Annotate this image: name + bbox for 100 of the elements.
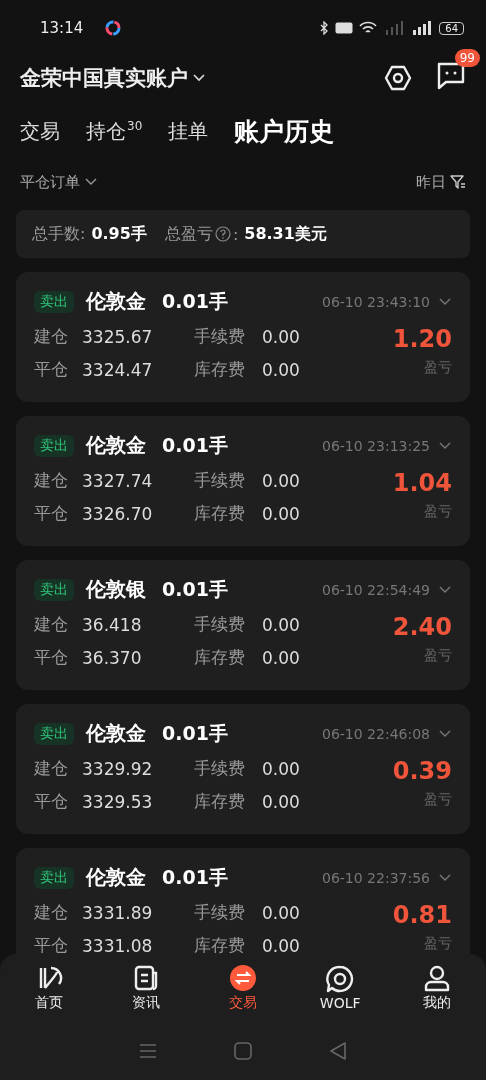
signal-icon bbox=[383, 21, 404, 35]
help-icon[interactable] bbox=[214, 226, 231, 242]
order-type-dropdown[interactable]: 平仓订单 bbox=[20, 172, 98, 192]
tab[interactable]: 交易 bbox=[20, 117, 60, 145]
symbol-name: 伦敦金 bbox=[86, 864, 146, 891]
lot-size: 0.01手 bbox=[162, 720, 228, 746]
summary-label: 总手数: bbox=[32, 223, 86, 245]
field-value: 3329.53 bbox=[82, 791, 154, 812]
order-card[interactable]: 卖出 伦敦金 0.01手 06-10 23:13:25 建仓 3327.74 手续费 0.00 平仓 3326.70 库存费 0.00 1.04 盈亏 bbox=[16, 416, 470, 546]
date-filter[interactable]: 昨日 bbox=[416, 172, 446, 192]
field-label: 手续费 bbox=[194, 757, 246, 780]
settings-icon[interactable] bbox=[384, 64, 412, 92]
field-label: 建仓 bbox=[34, 613, 69, 636]
filter-icon[interactable] bbox=[450, 174, 466, 190]
field-value: 0.00 bbox=[262, 935, 300, 954]
field-value: 0.00 bbox=[262, 791, 300, 812]
lot-size: 0.01手 bbox=[162, 864, 228, 890]
field-label: 平仓 bbox=[34, 934, 69, 954]
field-label: 库存费 bbox=[194, 646, 246, 669]
user-icon bbox=[423, 964, 452, 992]
field-value: 36.370 bbox=[82, 647, 143, 668]
profit-value: 1.20 bbox=[392, 325, 452, 353]
nav-item[interactable]: 我的 bbox=[407, 964, 468, 1012]
summary-label: 总盈亏 bbox=[164, 223, 213, 245]
field-value: 3327.74 bbox=[82, 470, 154, 491]
summary-value: 58.31美元 bbox=[244, 223, 327, 245]
field-value: 3325.67 bbox=[82, 326, 154, 347]
lot-size: 0.01手 bbox=[162, 288, 228, 314]
field-value: 3324.47 bbox=[82, 359, 154, 380]
field-label: 手续费 bbox=[194, 325, 246, 348]
order-time: 06-10 22:37:56 bbox=[322, 869, 430, 886]
field-label: 建仓 bbox=[34, 325, 69, 348]
field-label: 库存费 bbox=[194, 934, 246, 954]
summary-label: : bbox=[232, 224, 239, 244]
field-label: 平仓 bbox=[34, 646, 69, 669]
profit-value: 0.39 bbox=[392, 757, 452, 785]
field-value: 0.00 bbox=[262, 503, 300, 524]
notification-badge: 99 bbox=[454, 49, 480, 67]
sell-tag: 卖出 bbox=[34, 434, 74, 457]
field-label: 平仓 bbox=[34, 502, 69, 525]
nav-item[interactable]: 首页 bbox=[18, 964, 79, 1012]
field-label: 手续费 bbox=[194, 613, 246, 636]
symbol-name: 伦敦金 bbox=[86, 720, 146, 747]
profit-label: 盈亏 bbox=[424, 791, 452, 809]
order-time: 06-10 23:13:25 bbox=[322, 437, 430, 454]
chevron-down-icon[interactable] bbox=[438, 584, 452, 595]
order-card[interactable]: 卖出 伦敦金 0.01手 06-10 22:46:08 建仓 3329.92 手续费 0.00 平仓 3329.53 库存费 0.00 0.39 盈亏 bbox=[16, 704, 470, 834]
chat-bubble-icon bbox=[326, 965, 355, 993]
nav-item[interactable]: WOLF bbox=[310, 965, 371, 1011]
field-value: 0.00 bbox=[262, 902, 300, 923]
field-value: 0.00 bbox=[262, 647, 300, 668]
field-label: 平仓 bbox=[34, 790, 69, 813]
field-label: 手续费 bbox=[194, 901, 246, 924]
profit-value: 0.81 bbox=[392, 901, 452, 929]
chevron-down-icon[interactable] bbox=[438, 728, 452, 739]
tab[interactable]: 持仓$^{30}$ bbox=[86, 117, 143, 145]
field-value: 0.00 bbox=[262, 359, 300, 380]
field-label: 建仓 bbox=[34, 901, 69, 924]
field-value: 3331.89 bbox=[82, 902, 154, 923]
message-icon[interactable] bbox=[436, 61, 466, 91]
order-time: 06-10 23:43:10 bbox=[322, 293, 430, 310]
chevron-down-icon[interactable] bbox=[438, 872, 452, 883]
exchange-icon bbox=[228, 964, 257, 992]
field-value: 3326.70 bbox=[82, 503, 154, 524]
battery-indicator: 64 bbox=[439, 21, 464, 35]
field-label: 库存费 bbox=[194, 358, 246, 381]
profit-label: 盈亏 bbox=[424, 647, 452, 665]
nav-item[interactable]: 资讯 bbox=[115, 964, 176, 1012]
field-value: 3329.92 bbox=[82, 758, 154, 779]
profit-label: 盈亏 bbox=[424, 359, 452, 377]
profit-value: 1.04 bbox=[392, 469, 452, 497]
lot-size: 0.01手 bbox=[162, 432, 228, 458]
status-time: 13:14 bbox=[40, 19, 84, 37]
field-label: 建仓 bbox=[34, 469, 69, 492]
order-time: 06-10 22:54:49 bbox=[322, 581, 430, 598]
field-value: 0.00 bbox=[262, 470, 300, 491]
summary-value: 0.95手 bbox=[91, 223, 147, 245]
nav-item[interactable]: 交易 bbox=[212, 964, 273, 1012]
tab[interactable]: 挂单 bbox=[168, 117, 209, 145]
sell-tag: 卖出 bbox=[34, 866, 74, 889]
order-card[interactable]: 卖出 伦敦金 0.01手 06-10 23:43:10 建仓 3325.67 手续费 0.00 平仓 3324.47 库存费 0.00 1.20 盈亏 bbox=[16, 272, 470, 402]
chevron-down-icon[interactable] bbox=[438, 296, 452, 307]
home-button-icon[interactable] bbox=[234, 1042, 252, 1060]
field-value: 0.00 bbox=[262, 326, 300, 347]
sell-tag: 卖出 bbox=[34, 578, 74, 601]
field-label: 库存费 bbox=[194, 502, 246, 525]
field-label: 手续费 bbox=[194, 469, 246, 492]
tab[interactable]: 账户历史 bbox=[234, 114, 335, 148]
order-card[interactable]: 卖出 伦敦银 0.01手 06-10 22:54:49 建仓 36.418 手续费 0.00 平仓 36.370 库存费 0.00 2.40 盈亏 bbox=[16, 560, 470, 690]
chevron-down-icon[interactable] bbox=[438, 440, 452, 451]
profit-label: 盈亏 bbox=[424, 935, 452, 953]
field-value: 3331.08 bbox=[82, 935, 154, 954]
order-card[interactable]: 卖出 伦敦金 0.01手 06-10 22:37:56 建仓 3331.89 手续费 0.00 平仓 3331.08 库存费 0.00 0.81 盈亏 bbox=[16, 848, 470, 954]
chevron-down-icon bbox=[84, 177, 98, 187]
symbol-name: 伦敦金 bbox=[86, 432, 146, 459]
account-selector[interactable]: 金荣中国真实账户 bbox=[20, 64, 206, 92]
menu-icon[interactable] bbox=[138, 1043, 157, 1059]
profit-value: 2.40 bbox=[392, 613, 452, 641]
bluetooth-icon bbox=[319, 21, 330, 35]
back-icon[interactable] bbox=[329, 1042, 348, 1060]
